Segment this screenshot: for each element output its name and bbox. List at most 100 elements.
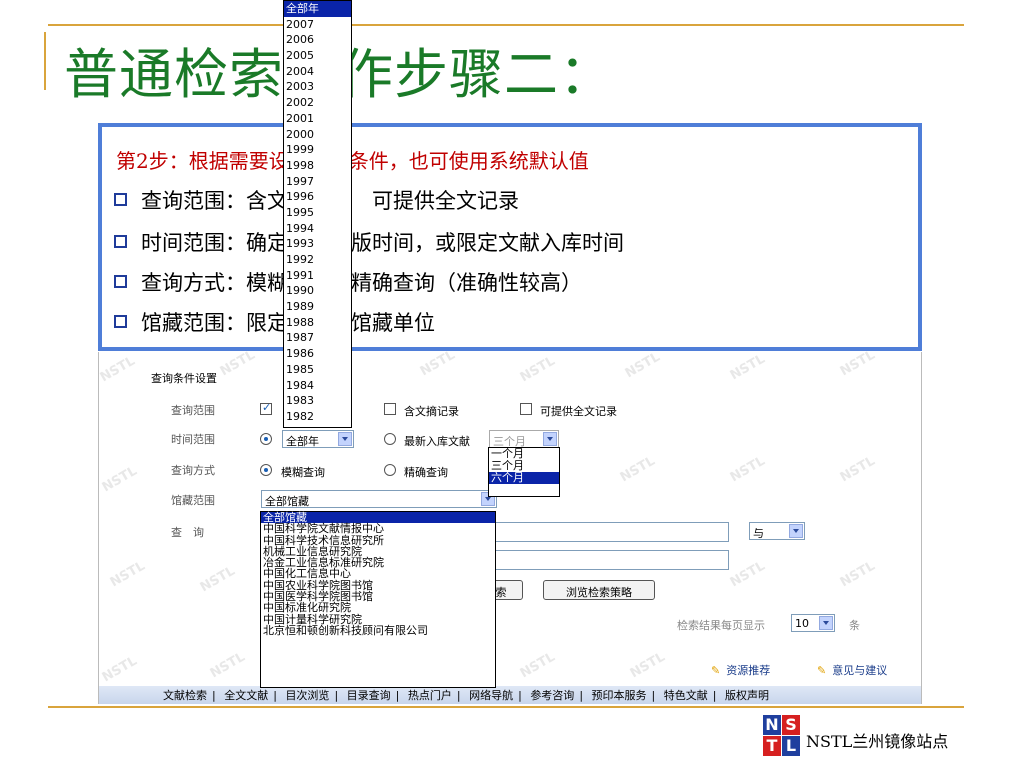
bullet-item: 馆藏范围：限定文献的馆藏单位 <box>114 307 435 337</box>
latest-option-label: 最新入库文献 <box>404 435 470 448</box>
chevron-down-icon[interactable] <box>789 524 803 538</box>
year-option[interactable]: 1985 <box>284 362 351 378</box>
recommend-link[interactable]: ✎ 资源推荐 <box>711 662 770 678</box>
watermark: NSTL <box>97 353 138 386</box>
logic-select[interactable]: 与 <box>749 522 805 540</box>
year-option[interactable]: 1999 <box>284 142 351 158</box>
watermark: NSTL <box>622 349 663 382</box>
watermark: NSTL <box>517 649 558 682</box>
step-text: 第2步：根据需要设置查询条件，也可使用系统默认值 <box>116 149 589 173</box>
exact-radio[interactable] <box>384 464 396 476</box>
year-select-value: 全部年 <box>286 435 319 448</box>
watermark: NSTL <box>727 453 768 486</box>
year-option[interactable]: 1989 <box>284 299 351 315</box>
query-input-2[interactable] <box>479 550 729 570</box>
holdings-select-value: 全部馆藏 <box>265 495 309 508</box>
year-option[interactable]: 1996 <box>284 189 351 205</box>
year-option[interactable]: 1992 <box>284 252 351 268</box>
logo-letter: S <box>782 715 800 735</box>
bullet-text: 查询方式：模糊查询 精确查询（准确性较高） <box>141 271 582 295</box>
holdings-option[interactable]: 北京恒和顿创新科技顾问有限公司 <box>261 625 495 637</box>
bullet-text: 时间范围：确定文献出版时间，或限定文献入库时间 <box>141 231 624 255</box>
year-radio[interactable] <box>260 433 272 445</box>
query-label: 查 询 <box>171 526 204 539</box>
chevron-down-icon[interactable] <box>819 616 833 630</box>
year-option[interactable]: 2006 <box>284 32 351 48</box>
nav-item[interactable]: 目次浏览 <box>285 689 329 702</box>
nav-item[interactable]: 参考咨询 <box>530 689 574 702</box>
nav-item[interactable]: 网络导航 <box>469 689 513 702</box>
watermark: NSTL <box>517 353 558 386</box>
query-input-1[interactable] <box>479 522 729 542</box>
year-option[interactable]: 2005 <box>284 48 351 64</box>
scope-checkbox[interactable] <box>260 401 272 415</box>
time-label: 时间范围 <box>171 433 215 446</box>
abstract-option-label: 含文摘记录 <box>404 405 459 418</box>
year-option[interactable]: 1986 <box>284 346 351 362</box>
year-option[interactable]: 1995 <box>284 205 351 221</box>
year-option[interactable]: 1984 <box>284 378 351 394</box>
year-option[interactable]: 1997 <box>284 174 351 190</box>
chevron-down-icon[interactable] <box>338 432 352 446</box>
holdings-option[interactable]: 中国标准化研究院 <box>261 602 495 614</box>
year-option[interactable]: 1998 <box>284 158 351 174</box>
year-option[interactable]: 1983 <box>284 393 351 409</box>
year-option[interactable]: 1982 <box>284 409 351 425</box>
year-option[interactable]: 2007 <box>284 17 351 33</box>
fuzzy-option-label: 模糊查询 <box>281 466 325 479</box>
nav-item[interactable]: 文献检索 <box>163 689 207 702</box>
year-option[interactable]: 2004 <box>284 64 351 80</box>
browse-strategy-button[interactable]: 浏览检索策略 <box>543 580 655 600</box>
left-rule <box>44 32 46 90</box>
watermark: NSTL <box>837 453 878 486</box>
year-option[interactable]: 1987 <box>284 330 351 346</box>
watermark: NSTL <box>837 558 878 591</box>
year-option[interactable]: 1988 <box>284 315 351 331</box>
checkbox-bullet-icon <box>114 193 127 206</box>
year-select[interactable]: 全部年 <box>282 430 354 448</box>
fulltext-checkbox[interactable] <box>520 403 532 415</box>
year-option[interactable]: 全部年 <box>284 1 351 17</box>
month-select[interactable]: 三个月 <box>489 430 559 448</box>
fuzzy-radio[interactable] <box>260 464 272 476</box>
year-option[interactable]: 2001 <box>284 111 351 127</box>
recommend-link-label: 资源推荐 <box>726 664 771 677</box>
year-option[interactable]: 2000 <box>284 127 351 143</box>
watermark: NSTL <box>417 347 458 380</box>
nav-item[interactable]: 预印本服务 <box>592 689 647 702</box>
search-form-screenshot: NSTL NSTL NSTL NSTL NSTL NSTL NSTL NSTL … <box>97 348 922 704</box>
year-option[interactable]: 1994 <box>284 221 351 237</box>
year-option[interactable]: 1991 <box>284 268 351 284</box>
holdings-dropdown-list[interactable]: 全部馆藏 中国科学院文献情报中心 中国科学技术信息研究所 机械工业信息研究院 冶金工业信… <box>260 511 496 688</box>
latest-radio[interactable] <box>384 433 396 445</box>
chevron-down-icon[interactable] <box>543 432 557 446</box>
watermark: NSTL <box>727 558 768 591</box>
abstract-checkbox[interactable] <box>384 403 396 415</box>
nav-item[interactable]: 热点门户 <box>408 689 452 702</box>
feedback-link[interactable]: ✎ 意见与建议 <box>817 662 887 678</box>
per-page-value: 10 <box>795 617 809 630</box>
per-page-select[interactable]: 10 <box>791 614 835 632</box>
per-page-unit: 条 <box>849 619 860 632</box>
nav-item[interactable]: 特色文献 <box>664 689 708 702</box>
month-dropdown-list[interactable]: 一个月 三个月 六个月 <box>488 447 560 497</box>
year-option[interactable]: 1993 <box>284 236 351 252</box>
nav-item[interactable]: 全文文献 <box>224 689 268 702</box>
checkbox-bullet-icon <box>114 275 127 288</box>
nav-item[interactable]: 目录查询 <box>347 689 391 702</box>
year-dropdown-list[interactable]: 全部年 2007 2006 2005 2004 2003 2002 2001 2000 1999 1… <box>283 0 352 428</box>
station-name: NSTL兰州镜像站点 <box>806 732 949 751</box>
fulltext-option-label: 可提供全文记录 <box>540 405 617 418</box>
logo-letter: T <box>763 736 781 756</box>
watermark: NSTL <box>107 558 148 591</box>
month-option[interactable]: 六个月 <box>489 472 559 484</box>
year-option[interactable]: 1990 <box>284 283 351 299</box>
holdings-option[interactable]: 中国科学院文献情报中心 <box>261 523 495 535</box>
watermark: NSTL <box>197 563 238 596</box>
checkbox-bullet-icon <box>114 235 127 248</box>
holdings-select[interactable]: 全部馆藏 <box>261 490 497 508</box>
year-option[interactable]: 2003 <box>284 79 351 95</box>
nav-item[interactable]: 版权声明 <box>725 689 769 702</box>
year-option[interactable]: 2002 <box>284 95 351 111</box>
watermark: NSTL <box>627 649 668 682</box>
